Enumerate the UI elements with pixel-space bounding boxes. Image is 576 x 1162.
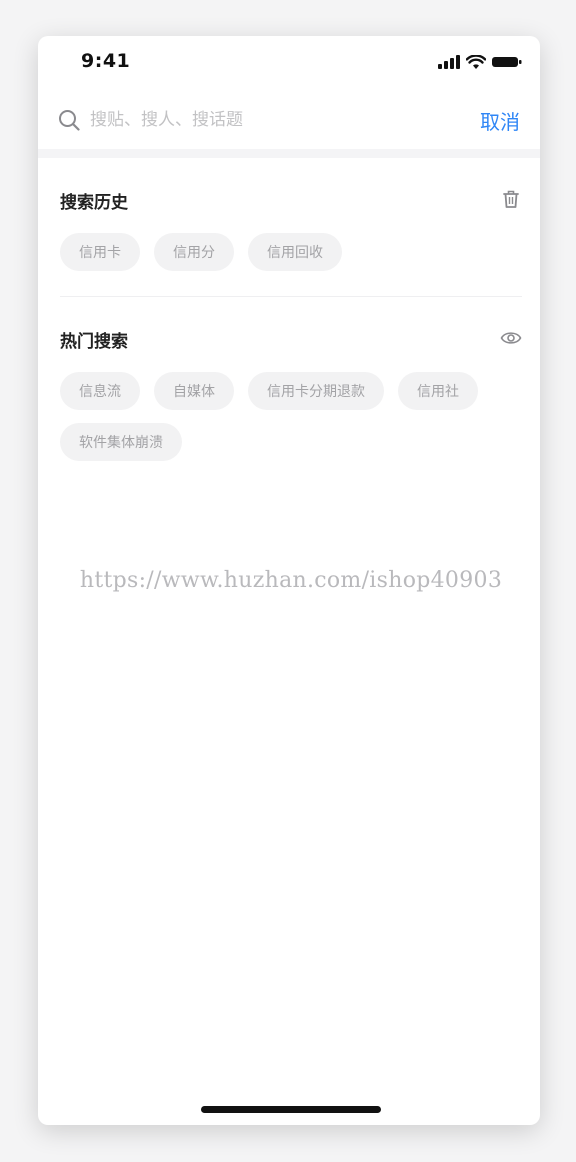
page: 9:41 搜贴、搜人、搜话题 取消 搜索历史 信用卡 信用分 信用回收 热门搜索… bbox=[0, 0, 576, 1162]
hot-search-chip[interactable]: 信用卡分期退款 bbox=[248, 372, 384, 410]
cellular-signal-icon bbox=[438, 55, 460, 69]
hot-search-chip[interactable]: 信用社 bbox=[398, 372, 478, 410]
search-header: 取消 bbox=[38, 98, 540, 148]
wifi-icon bbox=[466, 54, 486, 69]
search-history-list: 信用卡 信用分 信用回收 bbox=[60, 233, 530, 271]
hot-search-section: 热门搜索 信息流 自媒体 信用卡分期退款 信用社 软件集体崩溃 bbox=[60, 327, 522, 467]
trash-icon[interactable] bbox=[500, 188, 522, 210]
status-icons bbox=[438, 54, 522, 70]
phone-screen: 9:41 搜贴、搜人、搜话题 取消 搜索历史 信用卡 信用分 信用回收 热门搜索… bbox=[38, 36, 540, 1125]
cancel-button[interactable]: 取消 bbox=[480, 106, 520, 135]
search-history-section: 搜索历史 信用卡 信用分 信用回收 bbox=[60, 188, 522, 283]
hot-search-title: 热门搜索 bbox=[60, 332, 128, 352]
eye-icon[interactable] bbox=[500, 327, 522, 349]
home-indicator bbox=[201, 1106, 381, 1113]
status-bar: 9:41 bbox=[38, 36, 540, 88]
hot-search-chip[interactable]: 软件集体崩溃 bbox=[60, 423, 182, 461]
hot-search-list: 信息流 自媒体 信用卡分期退款 信用社 软件集体崩溃 bbox=[60, 372, 530, 461]
hot-search-chip[interactable]: 自媒体 bbox=[154, 372, 234, 410]
header-divider bbox=[38, 149, 540, 158]
status-time: 9:41 bbox=[81, 50, 131, 72]
search-icon bbox=[59, 110, 80, 131]
battery-icon bbox=[492, 57, 522, 67]
hot-search-chip[interactable]: 信息流 bbox=[60, 372, 140, 410]
history-chip[interactable]: 信用分 bbox=[154, 233, 234, 271]
watermark-text: https://www.huzhan.com/ishop40903 bbox=[79, 568, 503, 593]
section-divider bbox=[60, 296, 522, 297]
search-input[interactable] bbox=[90, 105, 450, 135]
history-chip[interactable]: 信用回收 bbox=[248, 233, 342, 271]
search-history-title: 搜索历史 bbox=[60, 193, 128, 213]
history-chip[interactable]: 信用卡 bbox=[60, 233, 140, 271]
